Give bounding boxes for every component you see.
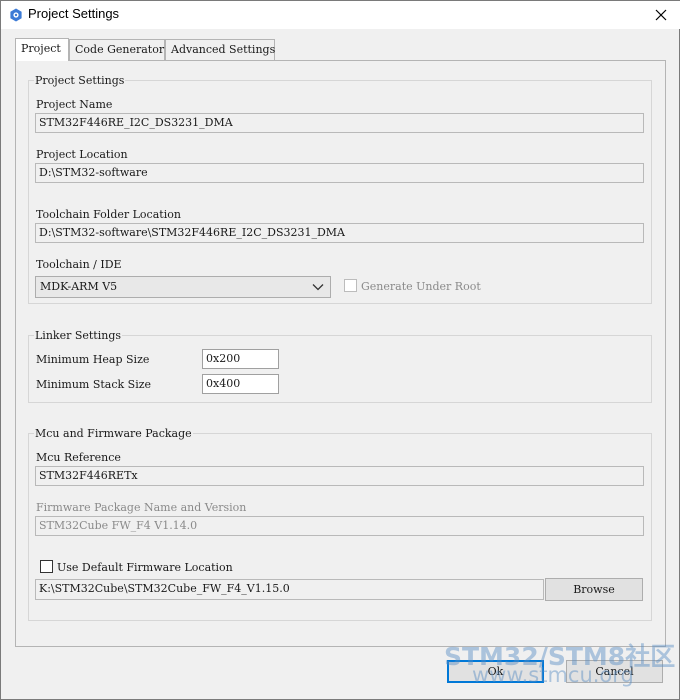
min-stack-label: Minimum Stack Size	[36, 378, 152, 391]
tab-project[interactable]: Project	[15, 38, 69, 61]
generate-under-root-checkbox[interactable]	[344, 279, 357, 292]
toolchain-ide-select[interactable]: MDK-ARM V5	[35, 276, 331, 298]
window-title: Project Settings	[28, 6, 120, 21]
chevron-down-icon	[312, 284, 324, 291]
use-default-location-checkbox[interactable]	[40, 560, 53, 573]
toolchain-folder-label: Toolchain Folder Location	[36, 208, 181, 221]
tab-code-generator[interactable]: Code Generator	[69, 39, 165, 60]
ok-button[interactable]: Ok	[447, 660, 544, 683]
close-button[interactable]	[641, 1, 680, 29]
project-name-field[interactable]: STM32F446RE_I2C_DS3231_DMA	[35, 113, 644, 133]
toolchain-ide-label: Toolchain / IDE	[36, 258, 122, 271]
linker-settings-group	[28, 335, 652, 403]
close-icon	[655, 9, 667, 21]
firmware-location-field[interactable]: K:\STM32Cube\STM32Cube_FW_F4_V1.15.0	[35, 579, 544, 600]
min-heap-input[interactable]: 0x200	[202, 349, 279, 369]
project-settings-dialog: Project Settings Project Code Generator …	[0, 0, 680, 700]
tab-advanced-settings[interactable]: Advanced Settings	[165, 39, 275, 60]
title-bar[interactable]: Project Settings	[1, 1, 680, 29]
firmware-package-field[interactable]: STM32Cube FW_F4 V1.14.0	[35, 516, 644, 536]
linker-settings-group-title: Linker Settings	[34, 329, 123, 342]
browse-button[interactable]: Browse	[545, 578, 643, 601]
toolchain-ide-selected: MDK-ARM V5	[40, 280, 118, 293]
generate-under-root-label: Generate Under Root	[361, 280, 481, 293]
project-settings-group-title: Project Settings	[34, 74, 126, 87]
min-heap-label: Minimum Heap Size	[36, 353, 150, 366]
project-name-label: Project Name	[36, 98, 113, 111]
project-location-label: Project Location	[36, 148, 128, 161]
mcu-firmware-group-title: Mcu and Firmware Package	[34, 427, 193, 440]
firmware-package-label: Firmware Package Name and Version	[36, 501, 247, 514]
mcu-reference-label: Mcu Reference	[36, 451, 121, 464]
gear-icon	[10, 8, 22, 22]
min-stack-input[interactable]: 0x400	[202, 374, 279, 394]
project-location-field[interactable]: D:\STM32-software	[35, 163, 644, 183]
use-default-location-label: Use Default Firmware Location	[57, 561, 233, 574]
toolchain-folder-field[interactable]: D:\STM32-software\STM32F446RE_I2C_DS3231…	[35, 223, 644, 243]
mcu-reference-field[interactable]: STM32F446RETx	[35, 466, 644, 486]
cancel-button[interactable]: Cancel	[566, 660, 663, 683]
